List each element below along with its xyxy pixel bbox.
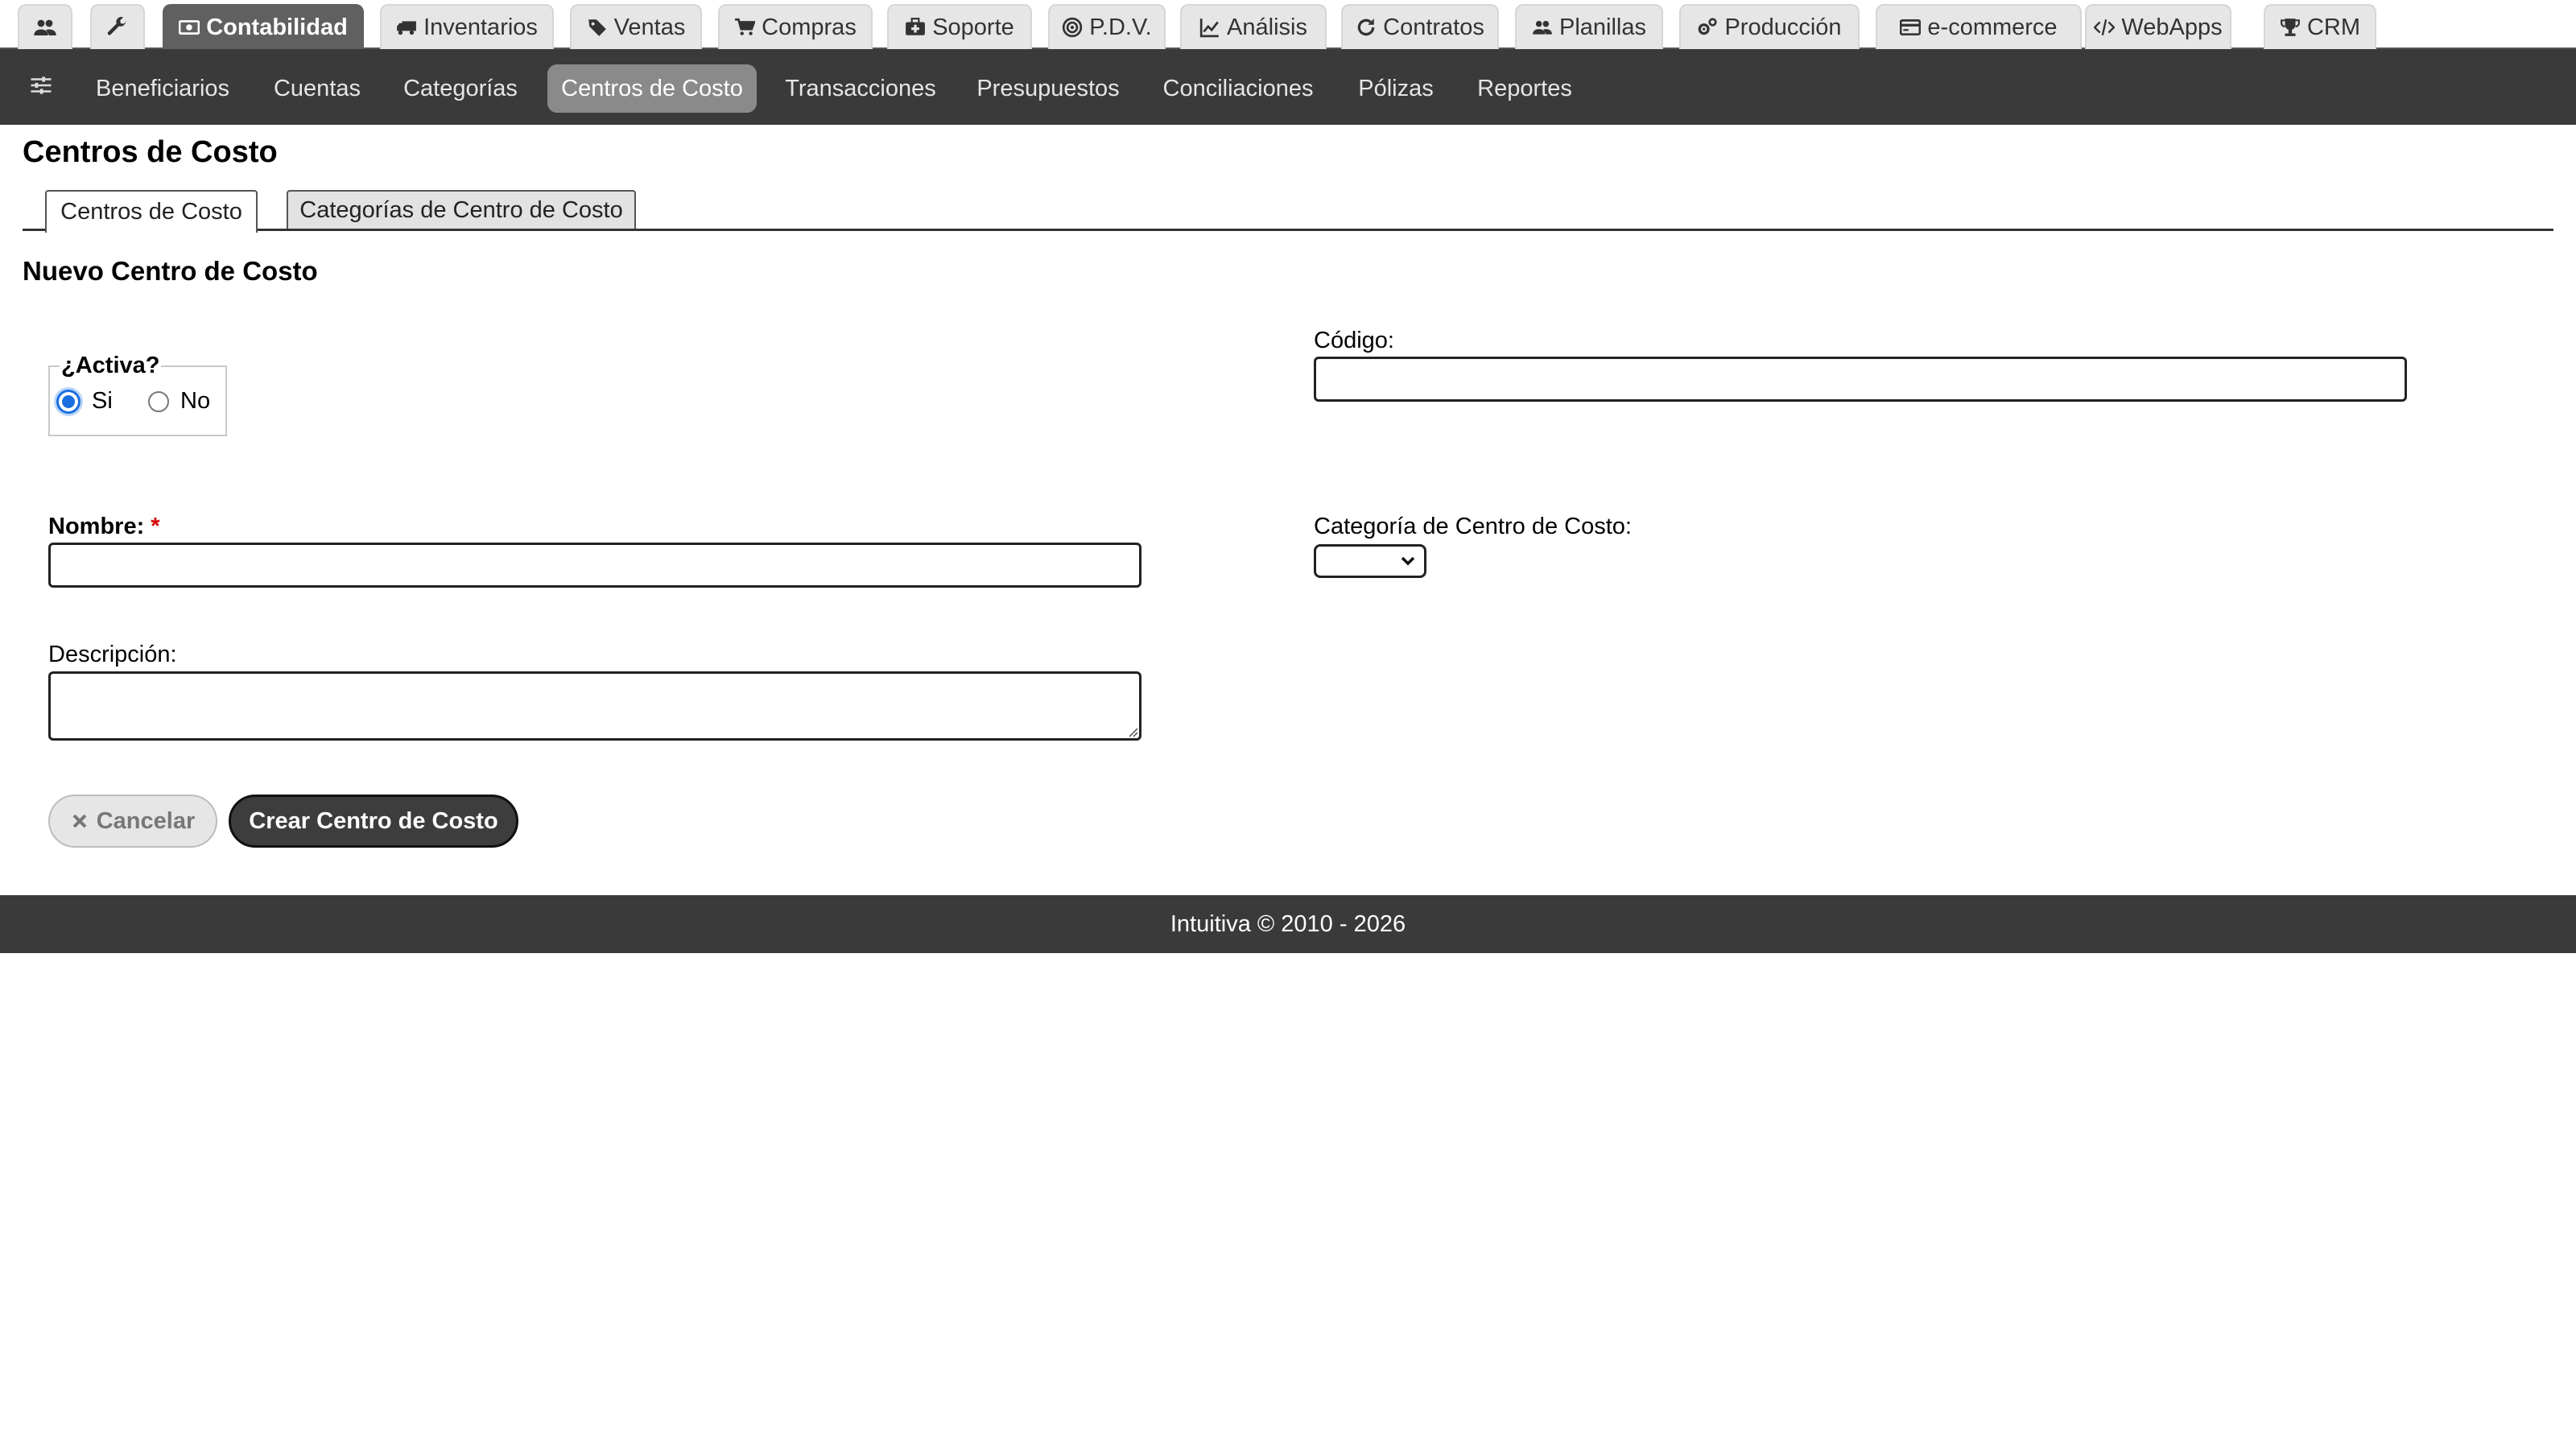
module-tab-crm[interactable]: CRM (2264, 4, 2376, 49)
section-nav-bar: Beneficiarios Cuentas Categorías Centros… (0, 49, 2576, 125)
footer-copyright: Intuitiva © 2010 - 2026 (1170, 910, 1406, 937)
form-title: Nuevo Centro de Costo (23, 256, 318, 286)
nombre-label: Nombre: * (48, 514, 160, 540)
module-tab-ventas[interactable]: Ventas (570, 4, 702, 49)
wrench-icon (107, 17, 127, 35)
active-option-si[interactable]: Si (56, 388, 113, 415)
module-tab-label: WebApps (2121, 14, 2223, 40)
subnav-item-beneficiarios[interactable]: Beneficiarios (82, 64, 243, 113)
required-mark: * (151, 514, 160, 539)
codigo-input[interactable] (1314, 357, 2407, 402)
subnav-item-reportes[interactable]: Reportes (1465, 64, 1584, 113)
subnav-item-cuentas[interactable]: Cuentas (259, 64, 375, 113)
create-cost-center-button[interactable]: Crear Centro de Costo (229, 795, 518, 848)
tab-categorias-de-centro-de-costo[interactable]: Categorías de Centro de Costo (287, 190, 636, 229)
cart-icon (735, 18, 756, 35)
money-icon (179, 20, 200, 35)
target-icon (1063, 17, 1083, 38)
categoria-select[interactable] (1314, 544, 1426, 578)
module-tab-compras[interactable]: Compras (718, 4, 873, 49)
tags-icon (588, 19, 606, 36)
subnav-item-presupuestos[interactable]: Presupuestos (963, 64, 1133, 113)
close-icon (72, 814, 87, 828)
module-tab-label: Inventarios (423, 14, 538, 40)
module-tab-tools[interactable] (90, 4, 145, 49)
module-tab-produccion[interactable]: Producción (1679, 4, 1860, 49)
module-tab-webapps[interactable]: WebApps (2085, 4, 2231, 49)
categoria-label: Categoría de Centro de Costo: (1314, 514, 1632, 539)
subnav-item-polizas[interactable]: Pólizas (1343, 64, 1449, 113)
code-icon (2094, 19, 2116, 36)
module-tab-label: Planillas (1559, 14, 1646, 40)
module-tab-label: Análisis (1227, 14, 1307, 40)
module-tab-analisis[interactable]: Análisis (1180, 4, 1327, 49)
module-tab-contabilidad[interactable]: Contabilidad (163, 4, 364, 49)
trophy-icon (2281, 19, 2300, 36)
tab-strip-divider (23, 229, 2553, 231)
medkit-icon (906, 18, 926, 35)
module-tab-label: Ventas (613, 14, 686, 40)
cogs-icon (1699, 18, 1718, 35)
module-tab-label: Contabilidad (206, 14, 348, 40)
subnav-item-categorias[interactable]: Categorías (391, 64, 530, 113)
active-option-no[interactable]: No (148, 388, 210, 415)
module-tab-label: Compras (762, 14, 857, 40)
subnav-item-centros-de-costo[interactable]: Centros de Costo (547, 64, 757, 113)
footer: Intuitiva © 2010 - 2026 (0, 895, 2576, 953)
truck-icon (397, 21, 416, 35)
radio-no-label: No (180, 388, 211, 414)
chevron-down-icon (1401, 556, 1415, 566)
module-tab-label: Soporte (932, 14, 1014, 40)
subnav-item-conciliaciones[interactable]: Conciliaciones (1150, 64, 1327, 113)
module-tab-label: Producción (1724, 14, 1842, 40)
cancel-button[interactable]: Cancelar (48, 795, 217, 848)
module-tab-pdv[interactable]: P.D.V. (1048, 4, 1166, 49)
module-tab-contratos[interactable]: Contratos (1341, 4, 1499, 49)
cancel-button-label: Cancelar (96, 807, 196, 834)
module-tab-label: Contratos (1383, 14, 1484, 40)
sliders-icon[interactable] (29, 73, 53, 97)
module-tab-label: CRM (2306, 14, 2361, 40)
line-chart-icon (1199, 19, 1219, 38)
module-tab-soporte[interactable]: Soporte (887, 4, 1032, 49)
page-title: Centros de Costo (23, 135, 278, 169)
refresh-icon (1357, 19, 1375, 36)
resize-grip-icon[interactable] (1125, 724, 1138, 737)
users-icon (34, 19, 56, 35)
users-icon (1533, 20, 1552, 35)
module-tab-planillas[interactable]: Planillas (1515, 4, 1663, 49)
module-tab-ecommerce[interactable]: e-commerce (1876, 4, 2082, 49)
codigo-label: Código: (1314, 328, 1394, 353)
module-tab-label: e-commerce (1927, 14, 2058, 40)
subnav-item-transacciones[interactable]: Transacciones (774, 64, 947, 113)
module-tab-label: P.D.V. (1089, 14, 1152, 40)
radio-no[interactable] (148, 390, 169, 412)
module-tab-bar: Contabilidad Inventarios Ventas Compras … (0, 0, 2576, 49)
tab-centros-de-costo[interactable]: Centros de Costo (45, 190, 258, 233)
module-tab-inventarios[interactable]: Inventarios (380, 4, 554, 49)
radio-si[interactable] (56, 389, 80, 414)
nombre-label-text: Nombre: (48, 514, 145, 539)
descripcion-textarea[interactable] (48, 671, 1141, 741)
module-tab-users[interactable] (18, 4, 72, 49)
active-legend: ¿Activa? (61, 353, 160, 378)
radio-si-label: Si (92, 388, 113, 414)
nombre-input[interactable] (48, 543, 1141, 588)
credit-card-icon (1900, 19, 1922, 36)
descripcion-label: Descripción: (48, 642, 177, 667)
